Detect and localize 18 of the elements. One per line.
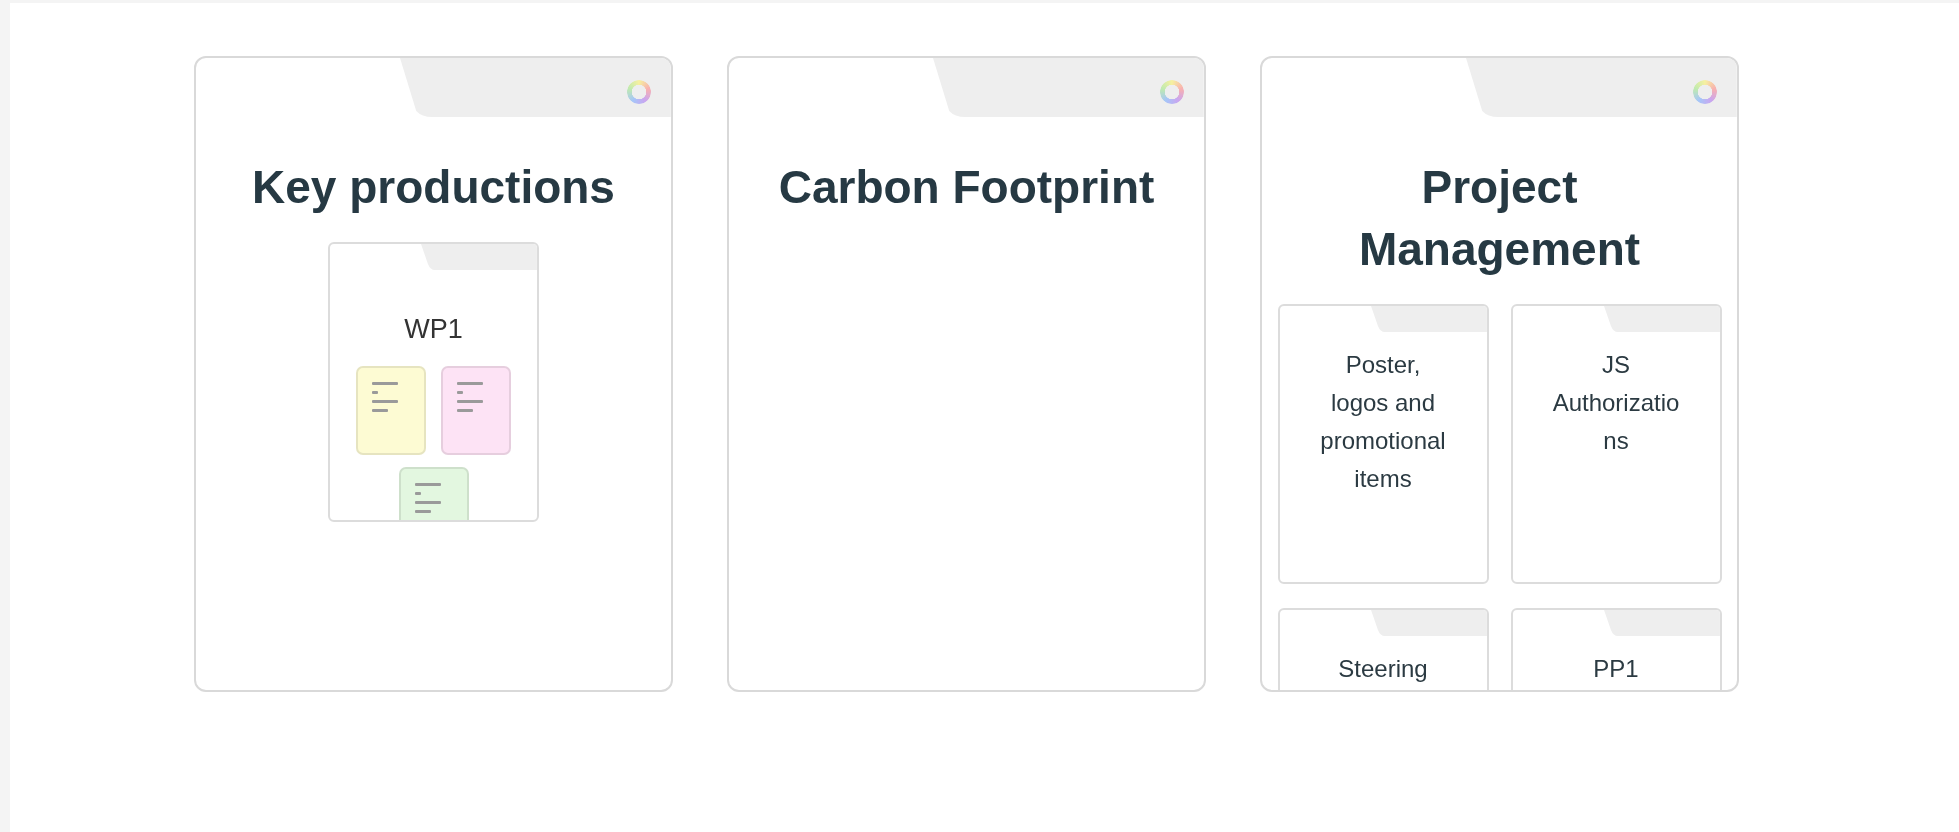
card-preview-title: PP1 — [1592, 654, 1640, 684]
card-preview[interactable]: Poster, logos and promotional items — [1277, 304, 1489, 584]
board-card[interactable]: Project Management Poster, logos and promotional items JS Authorizations Steering PP1 — [1260, 56, 1739, 692]
card-preview[interactable]: JS Authorizations — [1510, 304, 1722, 584]
board-title: Key productions — [251, 160, 616, 215]
card-preview-title: WP1 — [403, 313, 464, 346]
sticky-note[interactable] — [356, 366, 426, 455]
card-preview-title: Poster, logos and promotional items — [1319, 350, 1447, 494]
card-preview-title: Steering — [1337, 654, 1429, 684]
board-card[interactable]: Carbon Footprint — [727, 56, 1206, 692]
card-preview[interactable]: WP1 — [328, 242, 539, 522]
board-card[interactable]: Key productions WP1 — [194, 56, 673, 692]
board-title: Project Management — [1357, 160, 1642, 277]
board-title: Carbon Footprint — [777, 160, 1156, 215]
card-preview[interactable]: PP1 — [1510, 608, 1722, 690]
card-preview[interactable]: Steering — [1277, 608, 1489, 690]
card-preview-title: JS Authorizations — [1551, 350, 1681, 456]
sticky-note[interactable] — [441, 366, 511, 455]
